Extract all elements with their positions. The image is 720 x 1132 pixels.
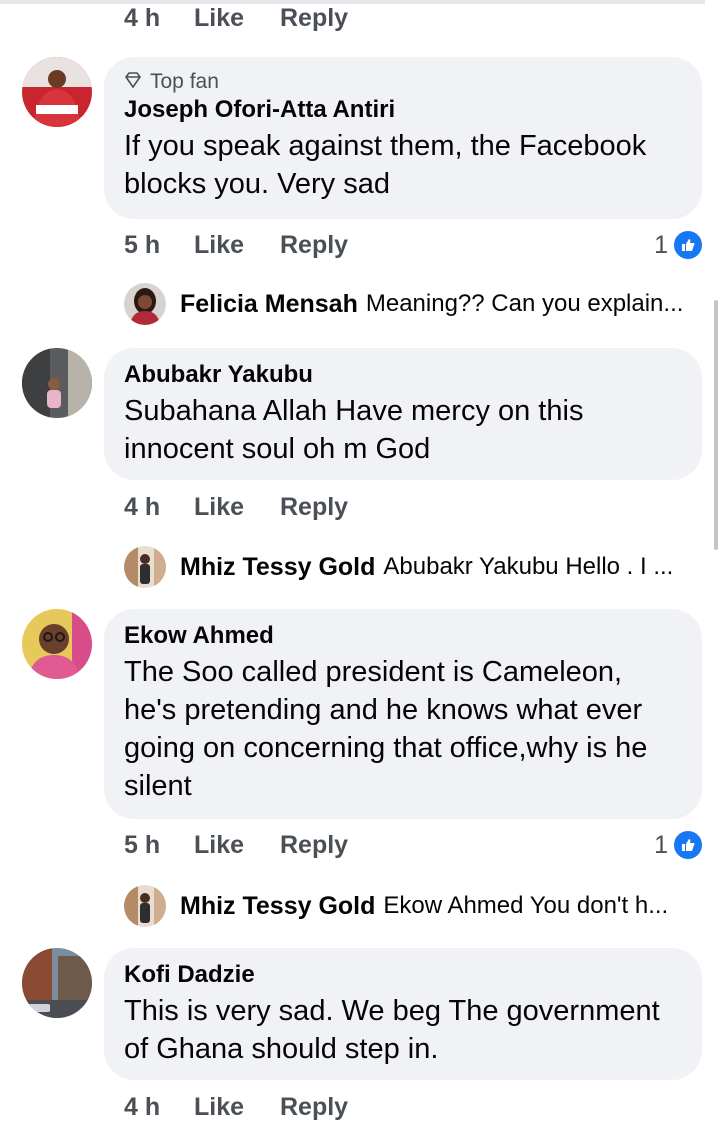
comment-time: 5 h [124, 230, 161, 259]
diamond-icon [124, 70, 142, 94]
comment-time: 4 h [124, 492, 161, 521]
comment-bubble: Ekow Ahmed The Soo called president is C… [104, 609, 702, 819]
comment-time: 5 h [124, 830, 161, 859]
reply-button[interactable]: Reply [280, 831, 348, 860]
comment-text: This is very sad. We beg The government … [124, 995, 660, 1065]
reply-preview[interactable]: Mhiz Tessy Gold Ekow Ahmed You don't h..… [124, 884, 700, 928]
reaction-count[interactable]: 1 [654, 227, 704, 263]
reply-text: Abubakr Yakubu Hello . I ... [383, 553, 674, 580]
thumbs-up-icon [672, 229, 704, 261]
avatar[interactable] [22, 57, 92, 127]
comment-actions: 5 h Like Reply [124, 227, 348, 263]
avatar [124, 885, 166, 927]
like-button[interactable]: Like [194, 493, 280, 522]
reply-author: Mhiz Tessy Gold [180, 891, 376, 920]
comment-author[interactable]: Abubakr Yakubu [124, 360, 682, 390]
reply-button[interactable]: Reply [280, 4, 348, 33]
reaction-count-value: 1 [654, 230, 668, 259]
reaction-count[interactable]: 1 [654, 827, 704, 863]
reply-button[interactable]: Reply [280, 493, 348, 522]
comment-text: If you speak against them, the Facebook … [124, 130, 647, 200]
avatar [124, 283, 166, 325]
avatar [124, 546, 166, 588]
like-button[interactable]: Like [194, 4, 280, 33]
comment-author[interactable]: Kofi Dadzie [124, 960, 682, 990]
comment-time: 4 h [124, 3, 161, 32]
avatar[interactable] [22, 609, 92, 679]
comment-bubble: Top fan Joseph Ofori-Atta Antiri If you … [104, 57, 702, 219]
reply-author: Mhiz Tessy Gold [180, 552, 376, 581]
reply-button[interactable]: Reply [280, 231, 348, 260]
scrollbar[interactable] [714, 300, 718, 550]
avatar[interactable] [22, 348, 92, 418]
reply-text: Meaning?? Can you explain... [365, 290, 684, 317]
comment-text: The Soo called president is Cameleon, he… [124, 656, 648, 802]
reply-author: Felicia Mensah [180, 289, 358, 318]
comment-actions: 4 h Like Reply [124, 0, 348, 36]
comment-author[interactable]: Joseph Ofori-Atta Antiri [124, 95, 682, 125]
top-divider [0, 0, 705, 4]
like-button[interactable]: Like [194, 231, 280, 260]
like-button[interactable]: Like [194, 831, 280, 860]
comment-actions: 5 h Like Reply [124, 827, 348, 863]
thumbs-up-icon [672, 829, 704, 861]
comment-author[interactable]: Ekow Ahmed [124, 621, 682, 651]
comment-bubble: Kofi Dadzie This is very sad. We beg The… [104, 948, 702, 1080]
comment-text: Subahana Allah Have mercy on this innoce… [124, 395, 584, 465]
comment-actions: 4 h Like Reply [124, 489, 348, 525]
comment-time: 4 h [124, 1092, 161, 1121]
comment-bubble: Abubakr Yakubu Subahana Allah Have mercy… [104, 348, 702, 480]
avatar[interactable] [22, 948, 92, 1018]
reply-preview[interactable]: Mhiz Tessy Gold Abubakr Yakubu Hello . I… [124, 545, 700, 589]
comment-actions: 4 h Like Reply [124, 1089, 348, 1125]
like-button[interactable]: Like [194, 1093, 280, 1122]
reaction-count-value: 1 [654, 830, 668, 859]
reply-text: Ekow Ahmed You don't h... [383, 892, 669, 919]
reply-button[interactable]: Reply [280, 1093, 348, 1122]
top-fan-badge: Top fan [124, 69, 682, 95]
reply-preview[interactable]: Felicia Mensah Meaning?? Can you explain… [124, 282, 700, 326]
badge-label: Top fan [150, 70, 219, 93]
